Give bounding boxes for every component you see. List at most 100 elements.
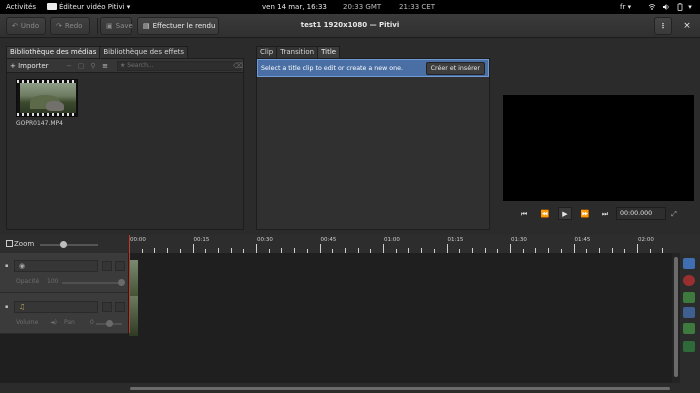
zoom-slider-handle[interactable]: [60, 241, 67, 248]
audio-clip[interactable]: [129, 296, 138, 336]
create-insert-button[interactable]: Créer et insérer: [425, 62, 485, 75]
timeline-tools: [681, 253, 700, 353]
timeline-tracks[interactable]: ▪ ◉ Opacité 100 ▪ ♫ Volume ◄) Pan 0: [0, 253, 672, 383]
video-track-name[interactable]: ◉: [14, 260, 98, 272]
ruler-label: 01:45: [574, 237, 591, 243]
volume-icon[interactable]: [662, 3, 670, 11]
play-icon[interactable]: ▶: [558, 207, 572, 220]
tab-title[interactable]: Title: [317, 46, 341, 58]
vertical-scrollbar-thumb[interactable]: [674, 257, 678, 377]
remove-clip-icon[interactable]: −: [65, 62, 73, 70]
clear-search-icon[interactable]: ⌫: [233, 62, 243, 70]
import-button[interactable]: + Importer: [10, 61, 49, 71]
timecode-field[interactable]: 00:00.000: [616, 207, 666, 220]
save-button[interactable]: ▣ Save: [100, 17, 133, 35]
opacity-slider-handle[interactable]: [118, 279, 125, 286]
fast-forward-icon[interactable]: ⏩: [579, 209, 591, 219]
insert-keyframe-icon[interactable]: [683, 341, 695, 352]
track-lock-button[interactable]: [115, 261, 125, 271]
ruler-tick: [383, 244, 384, 253]
menu-icon: ⋮: [659, 22, 667, 30]
thumbnail-image: [20, 83, 76, 115]
track-expander-icon[interactable]: ▪: [5, 304, 8, 310]
ruler-label: 01:00: [384, 237, 400, 243]
undo-icon: ↶: [12, 22, 18, 30]
pan-label: Pan: [64, 319, 75, 326]
properties-tabs: Clip Transition Title: [256, 46, 341, 58]
pitivi-app-icon: [47, 3, 57, 10]
library-panel: Bibliothèque des médias Bibliothèque des …: [6, 46, 244, 230]
video-track-header: ▪ ◉ Opacité 100: [0, 253, 128, 293]
track-visibility-button[interactable]: [102, 261, 112, 271]
split-clip-icon[interactable]: [683, 258, 695, 269]
search-input[interactable]: ★ Search...: [117, 61, 241, 71]
language-arrow-icon: ▾: [627, 3, 632, 11]
system-menu-arrow-icon[interactable]: ▾: [686, 3, 694, 11]
activities-button[interactable]: Activités: [6, 3, 36, 11]
audio-track-icon: ♫: [19, 303, 26, 311]
audio-track-name[interactable]: ♫: [14, 301, 98, 313]
pan-slider-handle[interactable]: [106, 320, 113, 327]
list-view-icon[interactable]: ≡: [101, 62, 109, 70]
ungroup-clips-icon[interactable]: [683, 307, 695, 318]
app-menu-label: Éditeur vidéo Pitivi: [59, 3, 125, 11]
clip-properties-icon[interactable]: ▢: [77, 62, 85, 70]
app-menu[interactable]: Éditeur vidéo Pitivi ▾: [47, 3, 130, 11]
filter-icon[interactable]: ⚲: [89, 62, 97, 70]
tab-transition[interactable]: Transition: [276, 46, 319, 58]
library-toolbar: + Importer − ▢ ⚲ ≡ ★ Search... ⌫: [7, 59, 243, 73]
properties-panel: Clip Transition Title Select a title clip …: [256, 46, 490, 230]
rewind-icon[interactable]: ⏪: [539, 209, 551, 219]
track-mute-button[interactable]: [102, 302, 112, 312]
ruler-label: 00:15: [193, 237, 210, 243]
redo-button[interactable]: ↷ Redo: [50, 17, 90, 35]
audio-track-header: ▪ ♫ Volume ◄) Pan 0: [0, 294, 128, 334]
track-headers: ▪ ◉ Opacité 100 ▪ ♫ Volume ◄) Pan 0: [0, 253, 128, 334]
clip-thumbnail[interactable]: [16, 79, 78, 117]
ruler-tick: [637, 244, 638, 253]
horizontal-scrollbar[interactable]: [130, 387, 670, 390]
film-strip-bottom: [17, 113, 77, 116]
clock-gmt: 20:33 GMT: [343, 3, 382, 11]
undo-button[interactable]: ↶ Undo: [6, 17, 46, 35]
separator: [97, 18, 98, 34]
title-editor: Select a title clip to edit or create a …: [256, 58, 490, 230]
library-tabs: Bibliothèque des médias Bibliothèque des …: [6, 46, 189, 58]
battery-icon[interactable]: [676, 3, 684, 11]
wifi-icon[interactable]: [648, 3, 656, 11]
viewer-canvas: [503, 95, 694, 201]
clock-datetime[interactable]: ven 14 mar, 16:33: [262, 3, 327, 11]
render-icon: ▤: [143, 22, 150, 30]
ruler-tick: [510, 244, 511, 253]
video-clip[interactable]: [129, 260, 138, 300]
ruler-label: 00:00: [130, 237, 146, 243]
pan-value: 0: [90, 319, 94, 326]
playhead[interactable]: [129, 235, 130, 333]
track-lock-button[interactable]: [115, 302, 125, 312]
vertical-scrollbar[interactable]: [672, 253, 680, 383]
track-expander-icon[interactable]: ▪: [5, 263, 8, 269]
top-bar: Activités Éditeur vidéo Pitivi ▾ ven 14 …: [0, 0, 700, 14]
header-bar: ↶ Undo ↷ Redo ▣ Save ▤ Effectuer le rendu te…: [0, 14, 700, 38]
delete-clip-icon[interactable]: [683, 275, 695, 286]
timeline-ruler[interactable]: 00:00 00:15 00:30 00:45 01:00 01:15 01:30 01:45…: [129, 235, 673, 253]
tab-effects-library[interactable]: Bibliothèque des effets: [99, 46, 189, 58]
tab-media-library[interactable]: Bibliothèque des médias: [6, 46, 101, 58]
clock-cet: 21:33 CET: [399, 3, 435, 11]
language-selector[interactable]: fr ▾: [620, 3, 631, 11]
group-clips-icon[interactable]: [683, 292, 695, 303]
go-to-end-icon[interactable]: ⏭: [599, 209, 611, 219]
detach-viewer-icon[interactable]: ⤢: [669, 209, 679, 219]
ruler-label: 00:30: [257, 237, 273, 243]
tab-clip[interactable]: Clip: [256, 46, 278, 58]
render-button[interactable]: ▤ Effectuer le rendu: [137, 17, 219, 35]
zoom-slider[interactable]: [40, 244, 98, 246]
go-to-start-icon[interactable]: ⏮: [518, 209, 530, 219]
redo-label: Redo: [64, 22, 83, 30]
close-button[interactable]: ×: [681, 20, 693, 32]
menu-button[interactable]: ⋮: [654, 17, 672, 35]
video-track-icon: ◉: [19, 262, 26, 270]
align-clips-icon[interactable]: [683, 323, 695, 334]
opacity-slider[interactable]: [62, 282, 122, 284]
ruler-label: 01:15: [447, 237, 464, 243]
